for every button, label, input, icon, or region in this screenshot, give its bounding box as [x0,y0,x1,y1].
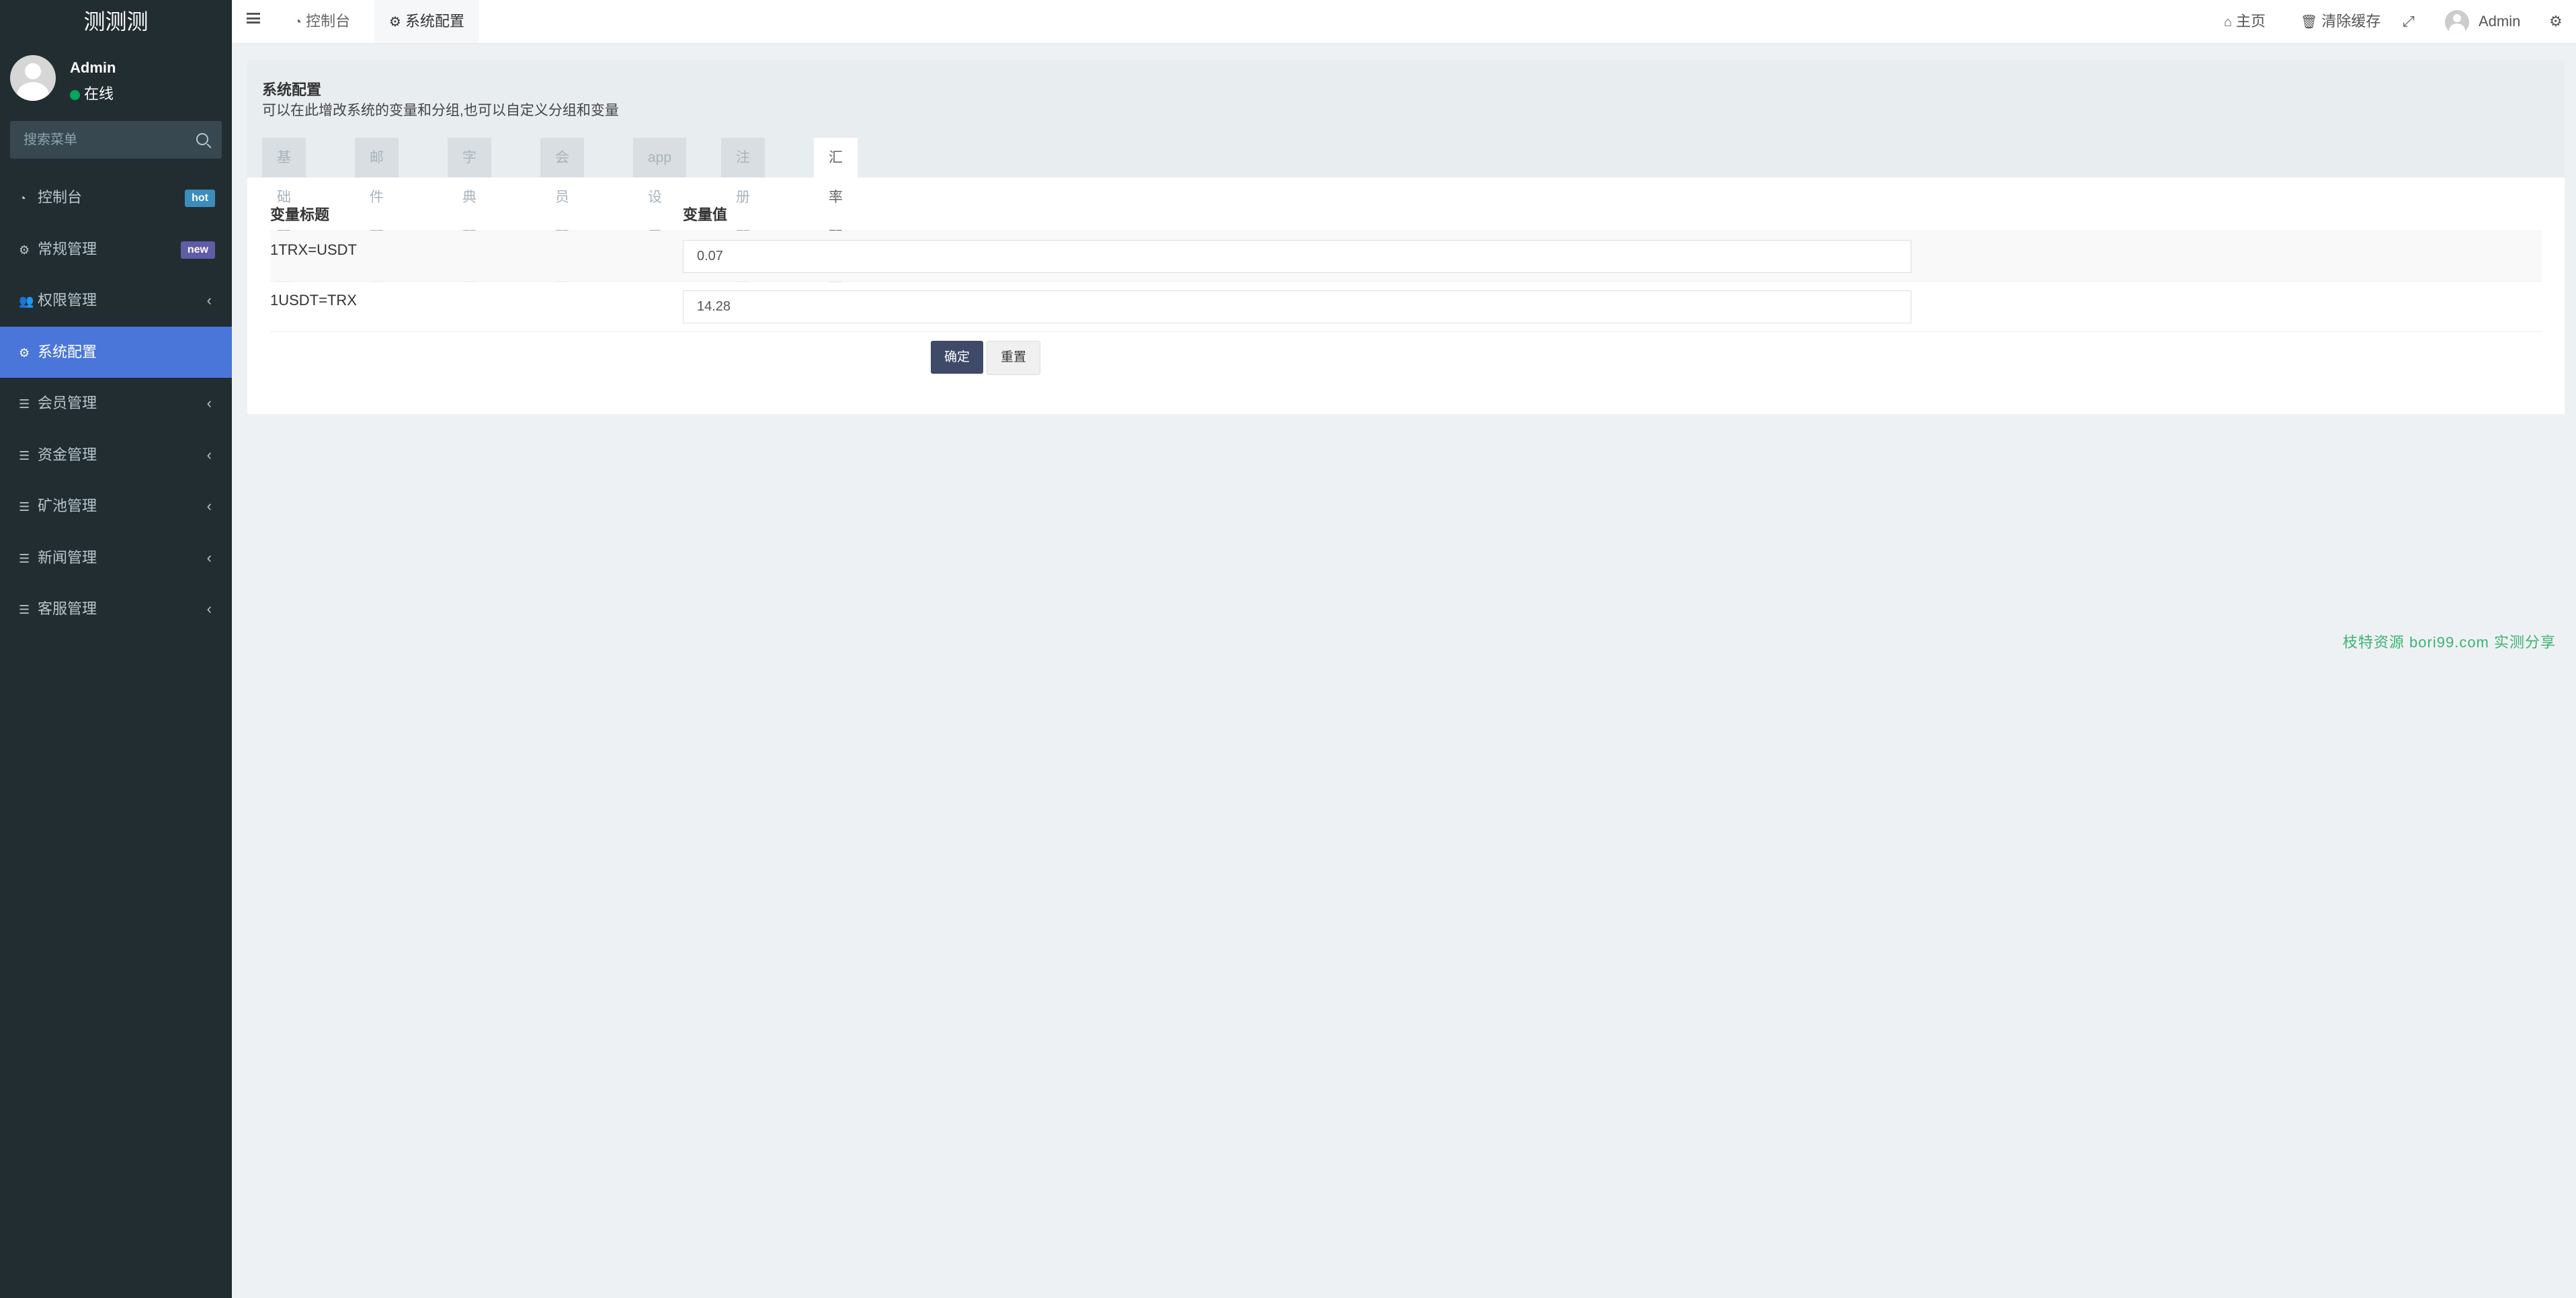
tab-app-settings[interactable]: app设置 [633,138,687,245]
search-icon[interactable] [196,133,208,145]
trash-icon: 🗑 [2300,15,2318,30]
list-icon: ☰ [19,500,30,514]
variable-value-input[interactable] [683,290,1911,323]
sidebar-item-label: 会员管理 [38,395,97,411]
variable-value-input[interactable] [683,240,1911,273]
page-title: 系统配置 [262,81,322,98]
sidebar-item-label: 新闻管理 [38,549,97,566]
top-header: ◔ 控制台 ⚙ 系统配置 ⌂ 主页 🗑 清除缓存 ⤢ Admin ⚙ [232,0,2576,44]
panel-heading: 系统配置 可以在此增改系统的变量和分组,也可以自定义分组和变量 基础配置 邮件配… [247,60,2565,284]
dashboard-icon: ◔ [294,15,302,30]
page-description: 可以在此增改系统的变量和分组,也可以自定义分组和变量 [262,103,619,118]
sidebar-item-permissions[interactable]: 👥 权限管理 ‹ [0,275,232,327]
hot-badge: hot [185,190,215,207]
clear-cache-label: 清除缓存 [2321,13,2381,30]
cogs-icon: ⚙ [19,243,30,257]
tab-basic-config[interactable]: 基础配置 [262,138,306,284]
sidebar-item-label: 资金管理 [38,446,97,463]
sidebar-item-news[interactable]: ☰ 新闻管理 ‹ [0,532,232,584]
user-name: Admin [70,59,116,76]
home-icon: ⌂ [2224,15,2233,30]
sidebar-item-label: 常规管理 [38,240,97,257]
tab-exchange-rate-config[interactable]: 汇率配置 [814,138,858,284]
tab-register-config[interactable]: 注册配置 [721,138,765,284]
user-status: 在线 [70,82,114,104]
variable-title: 1USDT=TRX [270,292,357,309]
sidebar-item-label: 权限管理 [38,292,97,309]
app-logo[interactable]: 测测测 [0,0,232,43]
tab-member-config[interactable]: 会员配置 [540,138,584,284]
chevron-left-icon: ‹ [206,549,212,566]
tab-label: 系统配置 [405,13,464,30]
avatar [2445,10,2469,35]
fullscreen-button[interactable]: ⤢ [2403,0,2415,43]
menu-search-input[interactable] [10,121,192,159]
sidebar-item-customer-service[interactable]: ☰ 客服管理 ‹ [0,583,232,635]
chevron-left-icon: ‹ [206,395,212,411]
users-icon: 👥 [19,294,34,308]
new-badge: new [180,241,215,259]
settings-button[interactable]: ⚙ [2549,0,2563,43]
tab-dashboard[interactable]: ◔ 控制台 [279,0,365,43]
user-panel: Admin 在线 [0,43,232,117]
chevron-left-icon: ‹ [206,292,212,309]
home-label: 主页 [2236,13,2266,30]
sidebar-item-label: 系统配置 [38,343,97,360]
user-menu[interactable]: Admin [2445,0,2520,43]
home-link[interactable]: ⌂ 主页 [2224,0,2266,43]
header-user-name: Admin [2479,13,2521,30]
online-status-icon [70,89,80,100]
sidebar-item-general[interactable]: ⚙ 常规管理 new [0,224,232,276]
config-panel: 系统配置 可以在此增改系统的变量和分组,也可以自定义分组和变量 基础配置 邮件配… [247,60,2565,414]
row-divider [270,331,2542,333]
list-icon: ☰ [19,448,30,462]
tab-system-config[interactable]: ⚙ 系统配置 [374,0,479,43]
list-icon: ☰ [19,603,30,616]
tab-label: 控制台 [306,13,351,30]
tab-email-config[interactable]: 邮件配置 [355,138,399,284]
chevron-left-icon: ‹ [206,446,212,463]
sidebar-item-label: 矿池管理 [38,497,97,514]
sidebar-item-label: 客服管理 [38,600,97,617]
sidebar-item-mining-pool[interactable]: ☰ 矿池管理 ‹ [0,481,232,532]
chevron-left-icon: ‹ [206,600,212,617]
tab-dictionary-config[interactable]: 字典配置 [448,138,491,284]
chevron-left-icon: ‹ [206,497,212,514]
column-header-title: 变量标题 [270,206,330,223]
table-row: 1TRX=USDT [270,231,2542,282]
list-icon: ☰ [19,551,30,565]
hamburger-menu-icon[interactable] [247,13,260,24]
list-icon: ☰ [19,397,30,411]
sidebar-item-members[interactable]: ☰ 会员管理 ‹ [0,378,232,430]
clear-cache-button[interactable]: 🗑 清除缓存 [2300,0,2380,43]
avatar [10,55,56,101]
gear-icon: ⚙ [389,15,401,30]
sidebar-item-label: 控制台 [38,189,83,206]
sidebar-menu: ◔ 控制台 hot ⚙ 常规管理 new 👥 权限管理 ‹ ⚙ 系统配置 ☰ 会员管理 ‹… [0,172,232,635]
watermark-text: 枝特资源 bori99.com 实测分享 [2342,634,2556,651]
sidebar-item-system-config[interactable]: ⚙ 系统配置 [0,326,232,378]
reset-button[interactable]: 重置 [987,341,1041,375]
sidebar-item-funds[interactable]: ☰ 资金管理 ‹ [0,430,232,481]
cogs-icon: ⚙ [2549,13,2563,30]
fullscreen-icon: ⤢ [2403,13,2415,30]
column-header-value: 变量值 [683,206,728,223]
gear-icon: ⚙ [19,346,30,360]
submit-button[interactable]: 确定 [931,341,984,374]
variable-title: 1TRX=USDT [270,241,357,258]
sidebar-item-dashboard[interactable]: ◔ 控制台 hot [0,172,232,224]
sidebar: 测测测 Admin 在线 ◔ 控制台 hot ⚙ 常规管理 new 👥 权限管理 ‹ … [0,0,232,1298]
dashboard-icon: ◔ [19,192,26,205]
sidebar-search [10,121,222,159]
table-row: 1USDT=TRX [270,281,2542,332]
user-status-label: 在线 [84,85,114,102]
